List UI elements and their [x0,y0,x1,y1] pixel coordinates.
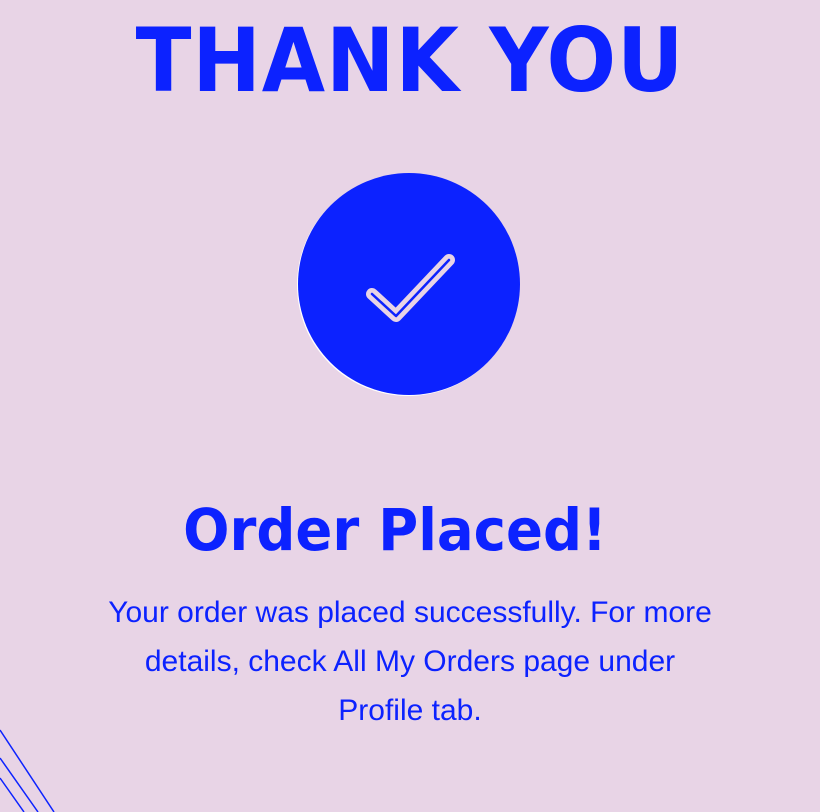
check-icon [366,254,455,322]
order-status-heading: Order Placed! [183,496,607,564]
order-confirmation-message: Your order was placed successfully. For … [108,596,712,727]
page-title: THANK YOU [135,9,685,112]
decorative-lines [0,729,55,812]
success-badge [298,173,520,395]
